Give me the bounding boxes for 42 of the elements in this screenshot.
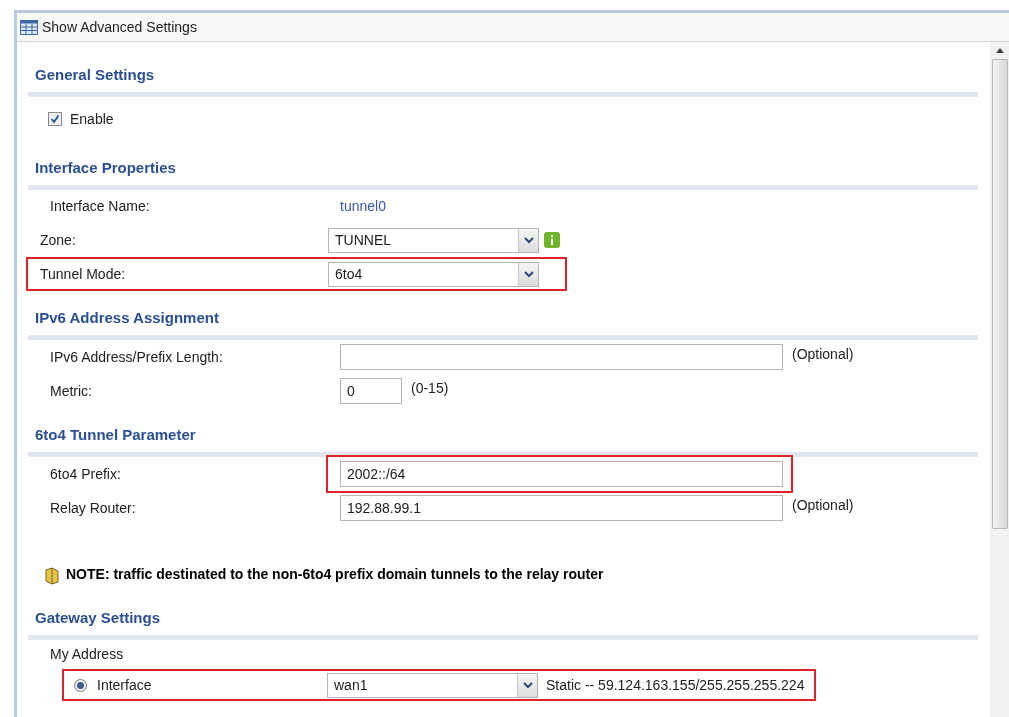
scroll-thumb[interactable] bbox=[991, 59, 1008, 529]
field-label: Metric: bbox=[50, 381, 93, 401]
note-icon bbox=[44, 567, 62, 585]
caret-icon bbox=[523, 236, 534, 244]
section-heading: IPv6 Address Assignment bbox=[35, 307, 219, 328]
dropdown-button[interactable] bbox=[517, 673, 537, 697]
hint-text: (0-15) bbox=[411, 378, 449, 398]
radio-label: Interface bbox=[97, 675, 153, 695]
section-heading: Gateway Settings bbox=[35, 607, 161, 628]
section-heading: Interface Properties bbox=[35, 157, 176, 178]
table-icon[interactable] bbox=[20, 19, 38, 35]
header-title[interactable]: Show Advanced Settings bbox=[42, 16, 197, 38]
field-label: Relay Router: bbox=[50, 498, 137, 518]
input-field[interactable] bbox=[340, 344, 783, 370]
select-field[interactable]: 6to4 bbox=[328, 261, 539, 287]
caret-icon bbox=[522, 681, 533, 689]
field-label: Tunnel Mode: bbox=[39, 264, 127, 284]
section-heading: General Settings bbox=[35, 64, 155, 85]
input-field[interactable]: 0 bbox=[340, 378, 402, 404]
hint-text: (Optional) bbox=[792, 344, 854, 364]
input-field[interactable]: 2002::/64 bbox=[340, 461, 783, 487]
select-field[interactable]: wan1 bbox=[327, 672, 538, 698]
field-value: tunnel0 bbox=[340, 197, 386, 216]
field-label: 6to4 Prefix: bbox=[50, 464, 122, 484]
radio-button[interactable] bbox=[74, 678, 87, 692]
field-label: Interface Name: bbox=[50, 197, 151, 216]
section-heading: 6to4 Tunnel Parameter bbox=[35, 424, 196, 445]
caret-icon bbox=[523, 270, 534, 278]
group-label: My Address bbox=[50, 644, 124, 664]
checkbox-label: Enable bbox=[70, 109, 114, 129]
scrollbar[interactable] bbox=[990, 42, 1009, 717]
dropdown-button[interactable] bbox=[518, 228, 538, 252]
select-field[interactable]: TUNNEL bbox=[328, 227, 539, 253]
input-field[interactable]: 192.88.99.1 bbox=[340, 495, 783, 521]
scroll-up-icon[interactable] bbox=[995, 48, 1004, 53]
address-detail: Static -- 59.124.163.155/255.255.255.224 bbox=[546, 675, 805, 695]
checkbox[interactable] bbox=[48, 112, 62, 126]
field-label: Zone: bbox=[39, 230, 77, 250]
dropdown-button[interactable] bbox=[518, 262, 538, 286]
field-label: IPv6 Address/Prefix Length: bbox=[50, 347, 224, 367]
hint-text: (Optional) bbox=[792, 495, 854, 515]
note-text: NOTE: traffic destinated to the non-6to4 prefix domain tunnels to the relay router bbox=[66, 565, 604, 584]
